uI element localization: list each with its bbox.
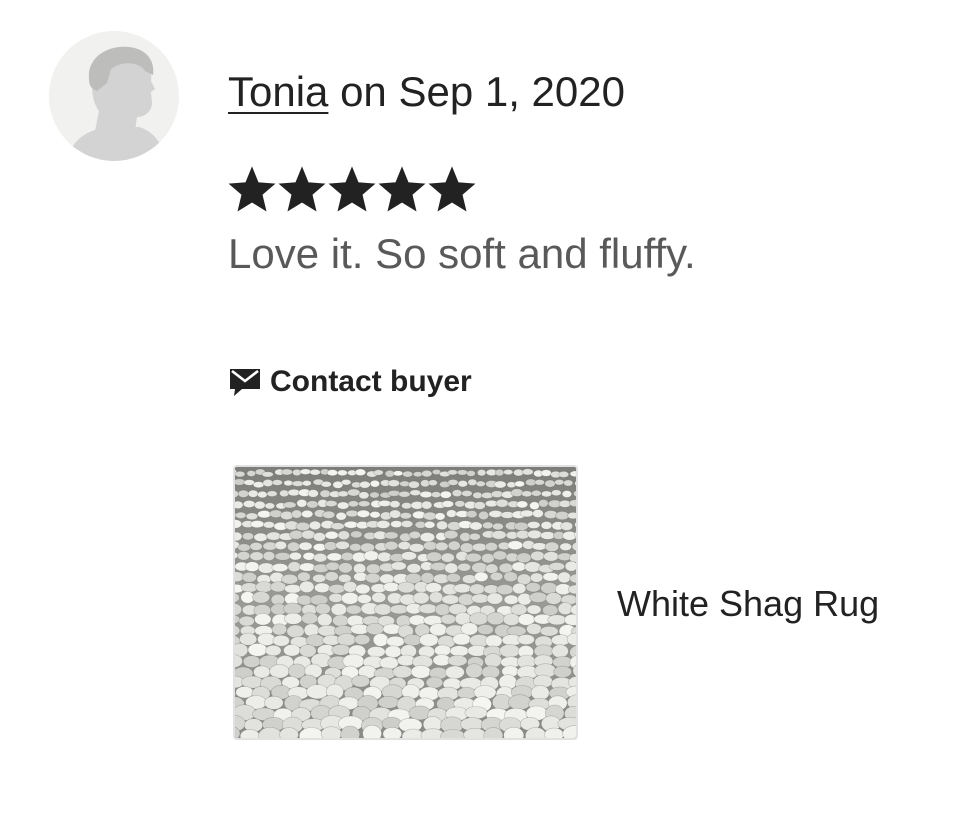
reviewer-avatar xyxy=(49,31,179,161)
review-text: Love it. So soft and fluffy. xyxy=(228,230,696,277)
product-title[interactable]: White Shag Rug xyxy=(617,580,879,628)
star-icon xyxy=(428,166,476,212)
star-icon xyxy=(328,166,376,212)
reviewer-name-link[interactable]: Tonia xyxy=(228,68,328,115)
contact-buyer-button[interactable]: Contact buyer xyxy=(228,360,472,404)
star-icon xyxy=(378,166,426,212)
star-icon xyxy=(278,166,326,212)
review-header: Tonia on Sep 1, 2020 xyxy=(228,64,625,120)
contact-buyer-label: Contact buyer xyxy=(270,365,472,398)
star-icon xyxy=(228,166,276,212)
user-silhouette-icon xyxy=(49,31,179,161)
product-thumbnail[interactable] xyxy=(233,465,578,740)
review-date: on Sep 1, 2020 xyxy=(328,68,625,115)
star-rating xyxy=(228,165,476,215)
message-icon xyxy=(230,369,260,396)
shag-rug-image xyxy=(235,467,576,738)
